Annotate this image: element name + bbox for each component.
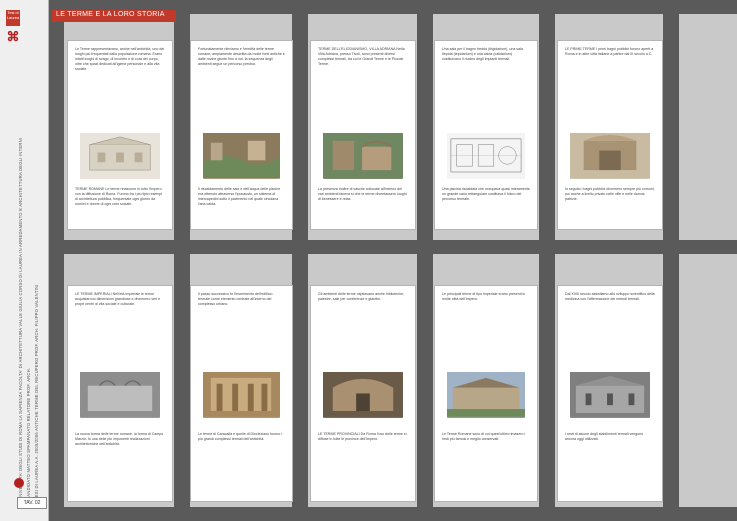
page-text: Le Terme Romane sono di cui quest'ultimi…	[442, 432, 526, 441]
document-page: Le Terme rappresentavano, anche nell'ant…	[67, 40, 173, 230]
page-text: Fortunatamente rileviamo e l'eredità del…	[198, 47, 285, 66]
photo-image	[570, 133, 650, 179]
page-text: Il riscaldamento delle sale e dell'acqua…	[198, 187, 281, 206]
page-text: Una piscina riscaldata che occupava quas…	[442, 187, 530, 201]
page-title: LE TERME E LA LORO STORIA	[56, 11, 165, 18]
page-text: Dal XVIII secolo assistiamo allo svilupp…	[565, 292, 655, 301]
document-page: Una sala per il bagno freddo (frigidariu…	[434, 40, 538, 230]
floor-plan-image	[447, 133, 525, 179]
presentation-sheet: Tesi di Laurea ⌘ UNIVERSITA' DEGLI STUDI…	[0, 0, 737, 521]
photo-image	[447, 372, 525, 418]
page-text: Gli ambienti delle terme ospitavano anch…	[318, 292, 405, 301]
page-text: La nuova forma delle terme romane, la fo…	[75, 432, 164, 446]
document-page: LE PRIME TERME I primi bagni pubblici fu…	[557, 40, 663, 230]
university-logo: Tesi di Laurea	[6, 10, 20, 26]
document-page: TERME DELL'ELIODIANISMO, VILLA ADRIANA N…	[310, 40, 416, 230]
page-text: LE PRIME TERME I primi bagni pubblici fu…	[565, 47, 654, 56]
grid-bar	[48, 0, 64, 521]
table-number: TAV. 02	[17, 497, 47, 509]
grid-bar	[539, 0, 555, 521]
grid-bar	[0, 507, 737, 521]
page-text: Una sala per il bagno freddo (frigidariu…	[442, 47, 523, 61]
photo-image	[203, 372, 280, 418]
photo-image	[323, 372, 403, 418]
page-text: I resti di alcune degli stabilimenti ter…	[565, 432, 644, 441]
grid-bar	[663, 0, 679, 521]
page-text: TERME DELL'ELIODIANISMO, VILLA ADRIANA N…	[318, 47, 405, 66]
vertical-caption: TESI DI LAUREA A.A. 2005/2006 ANTICHE TE…	[34, 284, 39, 500]
seal-icon	[14, 478, 24, 488]
photo-image	[570, 372, 650, 418]
photo-image	[323, 133, 403, 179]
page-text: In seguito i bagni pubblici divennero se…	[565, 187, 655, 201]
emblem-icon: ⌘	[6, 29, 20, 44]
sidebar-strip: Tesi di Laurea ⌘ UNIVERSITA' DEGLI STUDI…	[0, 0, 49, 521]
document-page: Le principali terme di tipo imperiale er…	[434, 285, 538, 502]
page-text: Le Terme rappresentavano, anche nell'ant…	[75, 47, 165, 71]
vertical-caption: UNIVERSITA' DEGLI STUDI DI ROMA LA SAPIE…	[18, 137, 23, 500]
document-page: LE TERME IMPERIALI Nell'età imperiale le…	[67, 285, 173, 502]
grid-bar	[0, 240, 737, 254]
page-text: Le principali terme di tipo imperiale er…	[442, 292, 526, 301]
photo-image	[80, 372, 160, 418]
document-page: Il passo successivo fu l'inserimento del…	[190, 285, 293, 502]
page-text: La presenza inoltre di vasche collocate …	[318, 187, 407, 201]
vertical-caption: CANDIDATO MATTEO SPAMPANATO RELATORE PRO…	[26, 367, 31, 500]
page-text: Le terme di Caracalla e quelle di Diocle…	[198, 432, 283, 441]
grid-bar	[174, 0, 190, 521]
photo-image	[203, 133, 280, 179]
document-page: Dal XVIII secolo assistiamo allo svilupp…	[557, 285, 663, 502]
document-page: Gli ambienti delle terme ospitavano anch…	[310, 285, 416, 502]
page-text: TERME ROMANE Le terme rinascono in tutto…	[75, 187, 163, 206]
page-text: LE TERME IMPERIALI Nell'età imperiale le…	[75, 292, 161, 306]
grid-bar	[292, 0, 308, 521]
page-text: LE TERME PROVINCIALI Da Roma l'uso delle…	[318, 432, 407, 441]
document-page: Fortunatamente rileviamo e l'eredità del…	[190, 40, 293, 230]
grid-bar	[417, 0, 433, 521]
page-text: Il passo successivo fu l'inserimento del…	[198, 292, 273, 306]
drawing-image	[80, 133, 160, 179]
